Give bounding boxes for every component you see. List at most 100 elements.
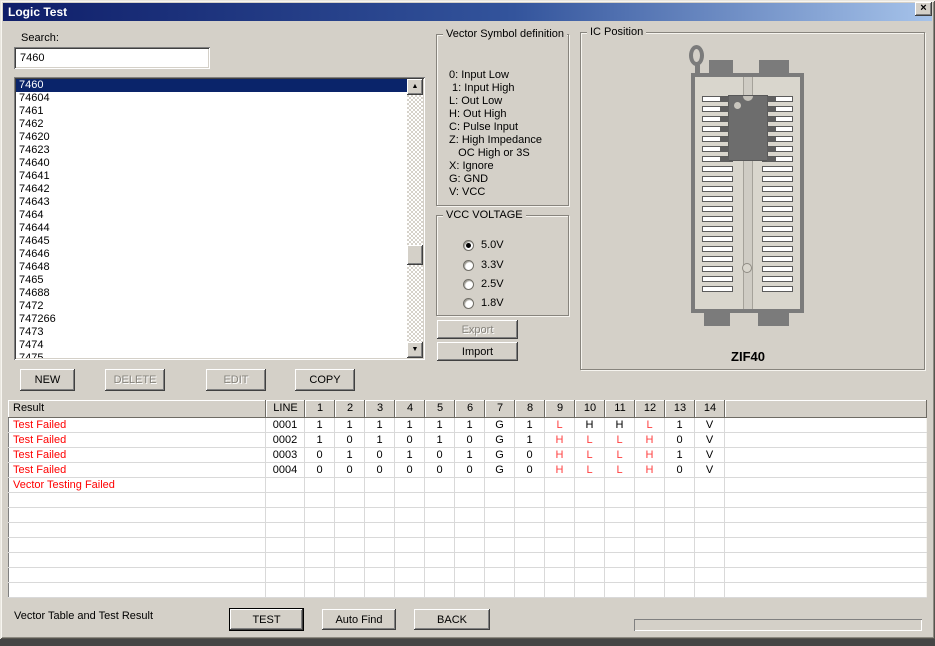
legend-line: L: Out Low	[449, 95, 542, 108]
list-item[interactable]: 74642	[16, 183, 407, 196]
spacer-cell	[725, 583, 927, 597]
vector-cell	[605, 568, 635, 582]
legend-line: H: Out High	[449, 108, 542, 121]
zif-pin-slot	[702, 226, 733, 232]
list-item[interactable]: 7472	[16, 300, 407, 313]
vector-cell: 0	[425, 463, 455, 477]
vector-cell	[695, 493, 725, 507]
import-button[interactable]: Import	[437, 342, 518, 361]
list-item[interactable]: 74641	[16, 170, 407, 183]
chip-pin	[720, 147, 729, 152]
copy-button[interactable]: COPY	[295, 369, 355, 391]
empty-row[interactable]	[8, 523, 927, 538]
list-item[interactable]: 7465	[16, 274, 407, 287]
vector-cell: H	[575, 418, 605, 432]
list-item[interactable]: 74640	[16, 157, 407, 170]
chip-pin	[720, 97, 729, 102]
table-row[interactable]: Test Failed0004000000G0HLLH0V	[8, 463, 927, 478]
empty-row[interactable]	[8, 508, 927, 523]
vector-cell: L	[575, 433, 605, 447]
socket-type-label: ZIF40	[708, 349, 788, 364]
result-cell: Test Failed	[8, 448, 266, 462]
chip-pin	[720, 127, 729, 132]
vector-cell: 1	[425, 418, 455, 432]
chip-pin	[767, 117, 776, 122]
list-item[interactable]: 74644	[16, 222, 407, 235]
vector-cell: 1	[665, 448, 695, 462]
scroll-up-icon[interactable]: ▲	[407, 79, 423, 95]
vcc-option-1.8v[interactable]: 1.8V	[463, 296, 504, 310]
search-input[interactable]	[14, 47, 210, 69]
list-item[interactable]: 7460	[16, 79, 407, 92]
vector-cell: 1	[395, 448, 425, 462]
vector-cell: 0	[665, 463, 695, 477]
vector-cell: H	[635, 448, 665, 462]
list-item[interactable]: 74643	[16, 196, 407, 209]
list-item[interactable]: 74604	[16, 92, 407, 105]
vcc-option-5.0v[interactable]: 5.0V	[463, 238, 504, 252]
result-cell: Vector Testing Failed	[8, 478, 266, 492]
table-row[interactable]: Test Failed0002101010G1HLLH0V	[8, 433, 927, 448]
legend-line: V: VCC	[449, 186, 542, 199]
header-line: LINE	[266, 400, 305, 418]
vector-cell	[575, 583, 605, 597]
vector-cell	[575, 538, 605, 552]
vector-cell: 0	[515, 463, 545, 477]
table-row[interactable]: Test Failed0003010101G0HLLH1V	[8, 448, 927, 463]
ic-list-items: 7460746047461746274620746237464074641746…	[16, 79, 407, 358]
zif-pin-slot	[702, 286, 733, 292]
vector-cell: 1	[335, 418, 365, 432]
back-button[interactable]: BACK	[414, 609, 490, 630]
spacer-cell	[725, 493, 927, 507]
auto-find-button[interactable]: Auto Find	[322, 609, 396, 630]
vector-cell	[425, 583, 455, 597]
delete-button: DELETE	[105, 369, 165, 391]
list-item[interactable]: 74646	[16, 248, 407, 261]
test-button[interactable]: TEST	[230, 609, 303, 630]
header-pin-14: 14	[695, 400, 725, 418]
spacer-cell	[725, 523, 927, 537]
list-item[interactable]: 7473	[16, 326, 407, 339]
empty-row[interactable]	[8, 583, 927, 598]
zif-pin-slot	[702, 206, 733, 212]
vector-cell	[485, 568, 515, 582]
vector-cell	[515, 478, 545, 492]
vector-cell	[545, 493, 575, 507]
zif-bottom-tab-left	[704, 313, 730, 326]
list-item[interactable]: 7462	[16, 118, 407, 131]
list-item[interactable]: 7474	[16, 339, 407, 352]
list-item[interactable]: 74645	[16, 235, 407, 248]
close-icon[interactable]: ×	[915, 2, 932, 16]
list-item[interactable]: 747266	[16, 313, 407, 326]
vector-cell	[605, 523, 635, 537]
zif-pin-slot	[702, 256, 733, 262]
list-item[interactable]: 74623	[16, 144, 407, 157]
empty-row[interactable]	[8, 553, 927, 568]
vector-cell: 0	[395, 433, 425, 447]
list-item[interactable]: 74648	[16, 261, 407, 274]
vector-cell: L	[575, 448, 605, 462]
list-item[interactable]: 7475	[16, 352, 407, 358]
vcc-option-label: 1.8V	[481, 297, 504, 309]
scroll-down-icon[interactable]: ▼	[407, 342, 423, 358]
vector-cell	[665, 523, 695, 537]
vector-cell	[515, 568, 545, 582]
scrollbar-thumb[interactable]	[407, 245, 423, 265]
new-button[interactable]: NEW	[20, 369, 75, 391]
vector-cell: 1	[425, 433, 455, 447]
list-item[interactable]: 7461	[16, 105, 407, 118]
status-row[interactable]: Vector Testing Failed	[8, 478, 927, 493]
list-item[interactable]: 7464	[16, 209, 407, 222]
vcc-option-3.3v[interactable]: 3.3V	[463, 258, 504, 272]
list-item[interactable]: 74620	[16, 131, 407, 144]
vector-cell	[635, 568, 665, 582]
empty-row[interactable]	[8, 538, 927, 553]
list-scrollbar[interactable]: ▲ ▼	[407, 79, 423, 358]
vector-cell: 0	[455, 433, 485, 447]
table-row[interactable]: Test Failed0001111111G1LHHL1V	[8, 418, 927, 433]
vcc-option-2.5v[interactable]: 2.5V	[463, 277, 504, 291]
empty-row[interactable]	[8, 568, 927, 583]
list-item[interactable]: 74688	[16, 287, 407, 300]
vector-cell	[635, 583, 665, 597]
empty-row[interactable]	[8, 493, 927, 508]
